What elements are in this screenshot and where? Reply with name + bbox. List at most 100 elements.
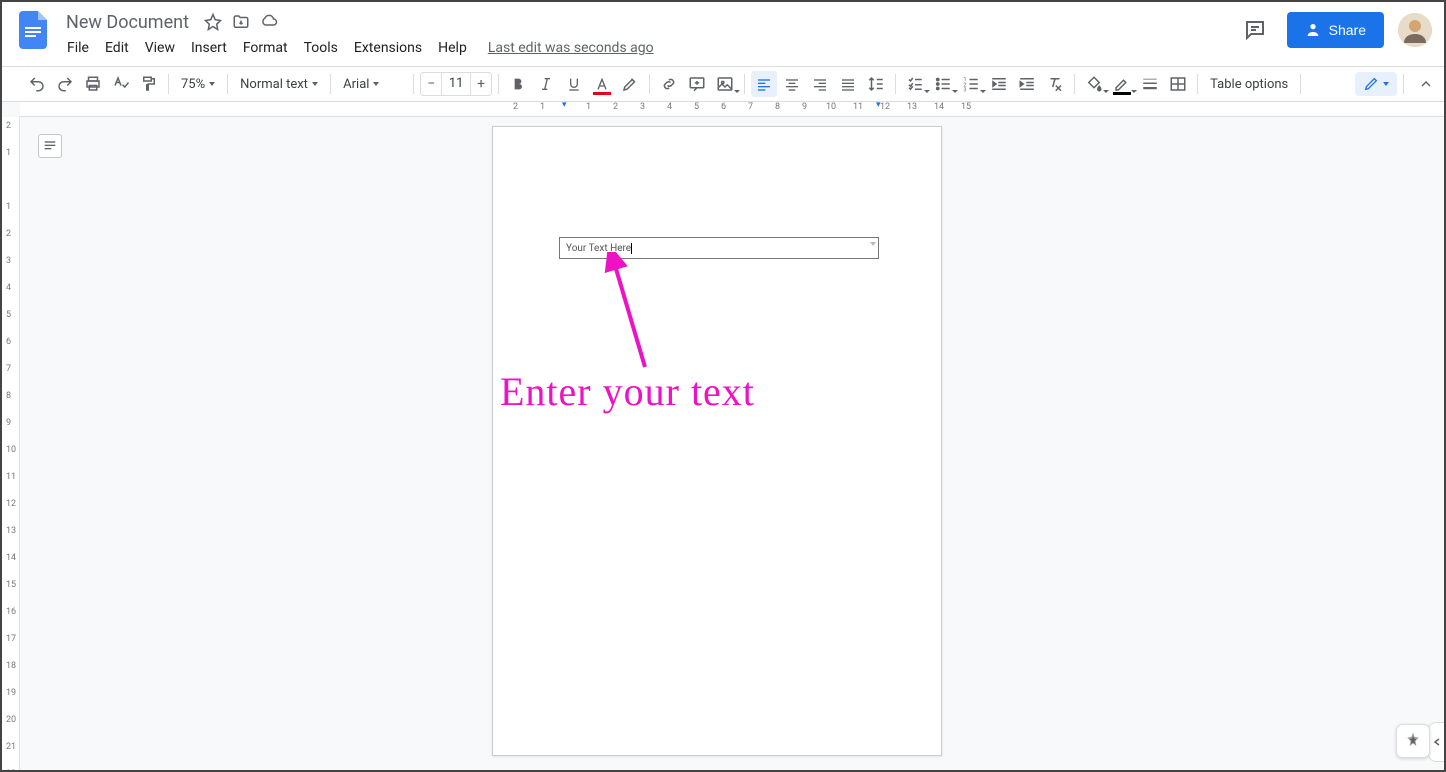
ruler-tick: 10 [6, 445, 16, 455]
chevron-down-icon [734, 90, 740, 93]
ruler-tick: 11 [6, 472, 16, 482]
insert-comment-button[interactable] [684, 71, 710, 97]
underline-button[interactable] [561, 71, 587, 97]
table-input-cell[interactable]: Your Text Here [559, 237, 879, 259]
line-spacing-button[interactable] [863, 71, 889, 97]
insert-link-button[interactable] [656, 71, 682, 97]
menu-insert[interactable]: Insert [184, 36, 234, 60]
menu-edit[interactable]: Edit [98, 36, 136, 60]
side-panel-expand-button[interactable] [1428, 722, 1444, 762]
align-center-button[interactable] [779, 71, 805, 97]
border-width-button[interactable] [1137, 71, 1163, 97]
menu-extensions[interactable]: Extensions [347, 36, 429, 60]
menu-file[interactable]: File [60, 36, 96, 60]
chevron-down-icon[interactable] [870, 242, 876, 246]
ruler-tick: 2 [6, 229, 11, 239]
menu-format[interactable]: Format [236, 36, 295, 60]
ruler-tick: 15 [6, 580, 16, 590]
ruler-tick: 8 [775, 102, 780, 112]
increase-font-size-button[interactable]: + [471, 73, 491, 95]
separator [1197, 74, 1198, 94]
decrease-font-size-button[interactable]: − [421, 73, 441, 95]
clear-formatting-button[interactable] [1042, 71, 1068, 97]
ruler-tick: 1 [6, 202, 11, 212]
comments-icon[interactable] [1237, 12, 1273, 48]
zoom-dropdown[interactable]: 75% [175, 71, 221, 97]
ruler-tick: 2 [513, 102, 518, 112]
fill-color-button[interactable] [1081, 71, 1107, 97]
undo-button[interactable] [24, 71, 50, 97]
numbered-list-button[interactable]: 123 [958, 71, 984, 97]
horizontal-ruler[interactable]: 2 1 ▾ 1 2 3 4 5 6 7 8 9 10 11 12 ▾ 13 14… [20, 102, 1444, 117]
document-page[interactable]: Your Text Here [492, 126, 942, 756]
ruler-tick: 1 [586, 102, 591, 112]
ruler-tick: 22 [6, 769, 16, 770]
star-icon[interactable] [203, 12, 223, 32]
separator [498, 74, 499, 94]
font-size-value[interactable]: 11 [441, 73, 471, 95]
document-outline-button[interactable] [38, 134, 62, 158]
docs-logo[interactable] [14, 10, 54, 50]
separator [895, 74, 896, 94]
increase-indent-button[interactable] [1014, 71, 1040, 97]
indent-marker-icon[interactable]: ▾ [562, 102, 567, 110]
share-button[interactable]: Share [1287, 12, 1384, 48]
account-avatar[interactable] [1398, 13, 1432, 47]
menu-help[interactable]: Help [431, 36, 474, 60]
decrease-indent-button[interactable] [986, 71, 1012, 97]
vertical-ruler[interactable]: 2 1 1 2 3 4 5 6 7 8 9 10 11 12 13 14 15 … [2, 117, 20, 770]
text-cursor [631, 243, 632, 254]
ruler-tick: 14 [934, 102, 944, 112]
menu-view[interactable]: View [138, 36, 182, 60]
explore-button[interactable] [1396, 724, 1430, 758]
person-icon [1305, 22, 1321, 38]
table-options-dropdown[interactable]: Table options [1204, 71, 1294, 97]
ruler-tick: 13 [907, 102, 917, 112]
move-folder-icon[interactable] [231, 12, 251, 32]
align-right-button[interactable] [807, 71, 833, 97]
ruler-tick: 7 [6, 364, 11, 374]
insert-image-button[interactable] [712, 71, 738, 97]
border-color-button[interactable] [1109, 71, 1135, 97]
paragraph-style-dropdown[interactable]: Normal text [234, 71, 324, 97]
border-dash-button[interactable] [1165, 71, 1191, 97]
redo-button[interactable] [52, 71, 78, 97]
separator [1300, 74, 1301, 94]
svg-text:3: 3 [964, 88, 967, 94]
separator [1074, 74, 1075, 94]
ruler-tick: 16 [6, 607, 16, 617]
text-color-button[interactable] [589, 71, 615, 97]
ruler-tick: 1 [6, 148, 11, 158]
menu-tools[interactable]: Tools [297, 36, 345, 60]
ruler-tick: 19 [6, 688, 16, 698]
highlight-color-button[interactable] [617, 71, 643, 97]
print-button[interactable] [80, 71, 106, 97]
collapse-toolbar-button[interactable] [1418, 76, 1434, 92]
ruler-tick: 11 [853, 102, 863, 112]
ruler-tick: 20 [6, 715, 16, 725]
last-edit-link[interactable]: Last edit was seconds ago [488, 40, 654, 56]
spellcheck-button[interactable] [108, 71, 134, 97]
header-actions: Share [1237, 12, 1432, 48]
ruler-tick: 2 [6, 121, 11, 131]
ruler-tick: 12 [880, 102, 890, 112]
align-justify-button[interactable] [835, 71, 861, 97]
ruler-tick: 6 [721, 102, 726, 112]
editing-mode-button[interactable] [1355, 72, 1397, 96]
bold-button[interactable] [505, 71, 531, 97]
chevron-down-icon [312, 82, 318, 86]
ruler-tick: 17 [6, 634, 16, 644]
cloud-status-icon[interactable] [259, 12, 279, 32]
checklist-button[interactable] [902, 71, 928, 97]
paint-format-button[interactable] [136, 71, 162, 97]
indent-marker-icon[interactable]: ▾ [876, 102, 881, 110]
separator [168, 74, 169, 94]
bulleted-list-button[interactable] [930, 71, 956, 97]
align-left-button[interactable] [751, 71, 777, 97]
font-dropdown[interactable]: Arial [337, 71, 407, 97]
chevron-down-icon [209, 82, 215, 86]
ruler-tick: 4 [667, 102, 672, 112]
document-title[interactable]: New Document [60, 10, 195, 35]
cell-text: Your Text Here [566, 243, 631, 254]
italic-button[interactable] [533, 71, 559, 97]
